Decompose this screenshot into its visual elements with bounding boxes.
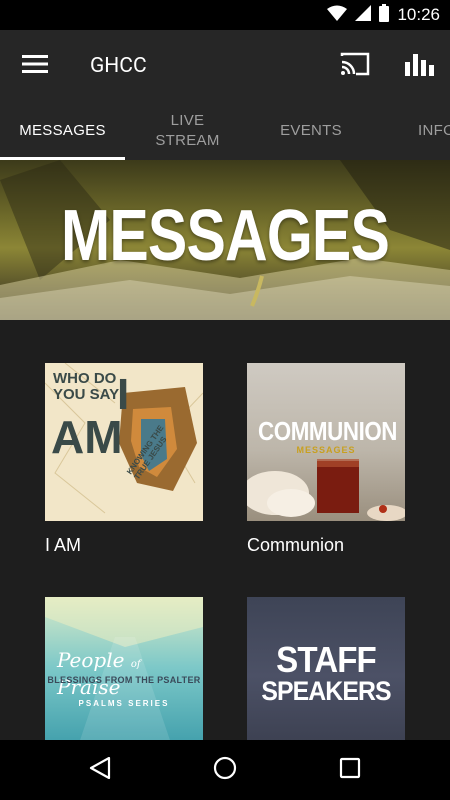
series-artwork: WHO DO YOU SAY I AM KNOWING THE TRUE JES…: [45, 363, 203, 521]
artwork-text: PSALMS SERIES: [78, 699, 170, 708]
tab-label: EVENTS: [280, 122, 342, 139]
tab-bar: MESSAGES LIVE STREAM EVENTS INFO: [0, 102, 450, 160]
series-card-people-of-praise[interactable]: People of Praise BLESSINGS FROM THE PSAL…: [45, 597, 203, 740]
status-time: 10:26: [397, 5, 440, 24]
app-bar: GHCC: [0, 30, 450, 102]
tab-info[interactable]: INFO: [400, 102, 450, 160]
menu-icon: [22, 55, 48, 77]
messages-banner: MESSAGES: [0, 160, 450, 320]
cast-button[interactable]: [334, 46, 376, 86]
home-icon: [213, 756, 237, 784]
tab-messages[interactable]: MESSAGES: [0, 102, 125, 160]
series-artwork: COMMUNION MESSAGES: [247, 363, 405, 521]
tab-label: MESSAGES: [19, 122, 106, 139]
tab-label: LIVE STREAM: [155, 112, 220, 149]
artwork-text: People: [57, 648, 125, 672]
menu-button[interactable]: [14, 46, 56, 86]
artwork-text: MESSAGES: [296, 445, 356, 455]
artwork-text: AM: [51, 411, 123, 463]
series-card-communion[interactable]: COMMUNION MESSAGES Communion: [247, 363, 405, 556]
artwork-text: STAFF: [276, 639, 377, 680]
battery-icon: [379, 4, 390, 26]
artwork-text: of: [130, 659, 141, 670]
tab-label: INFO: [418, 122, 450, 139]
back-icon: [89, 756, 111, 783]
cast-icon: [340, 52, 370, 80]
app-title: GHCC: [90, 54, 147, 78]
tab-live-stream[interactable]: LIVE STREAM: [125, 102, 250, 160]
recents-button[interactable]: [325, 750, 375, 790]
series-artwork: STAFF SPEAKERS: [247, 597, 405, 740]
artwork-text: BLESSINGS FROM THE PSALTER: [47, 675, 201, 685]
home-button[interactable]: [200, 750, 250, 790]
stats-button[interactable]: [398, 46, 442, 86]
message-series-grid: WHO DO YOU SAY I AM KNOWING THE TRUE JES…: [0, 320, 450, 740]
artwork-text: WHO DO: [53, 370, 117, 387]
system-nav-bar: [0, 740, 450, 800]
recents-icon: [339, 757, 361, 783]
signal-icon: [355, 5, 372, 25]
series-card-i-am[interactable]: WHO DO YOU SAY I AM KNOWING THE TRUE JES…: [45, 363, 203, 556]
status-bar: 10:26: [0, 0, 450, 30]
tab-events[interactable]: EVENTS: [250, 102, 372, 160]
artwork-text: COMMUNION: [258, 416, 398, 446]
back-button[interactable]: [75, 750, 125, 790]
bar-chart-icon: [405, 52, 435, 80]
artwork-text: SPEAKERS: [261, 676, 391, 706]
series-card-staff-speakers[interactable]: STAFF SPEAKERS: [247, 597, 405, 740]
series-title: I AM: [45, 535, 82, 555]
series-title: Communion: [247, 535, 345, 555]
banner-title: MESSAGES: [60, 196, 390, 276]
wifi-icon: [327, 5, 348, 25]
series-artwork: People of Praise BLESSINGS FROM THE PSAL…: [45, 597, 203, 740]
artwork-text: YOU SAY: [53, 386, 120, 403]
